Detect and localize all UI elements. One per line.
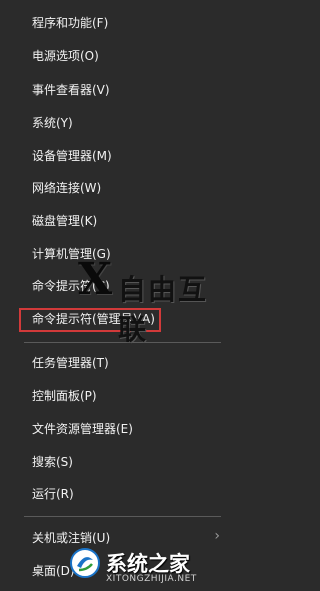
menu-item-shutdown-signout[interactable]: 关机或注销(U) [32, 525, 219, 551]
menu-separator [24, 516, 221, 517]
menu-item-search[interactable]: 搜索(S) [32, 449, 219, 475]
menu-item-task-manager[interactable]: 任务管理器(T) [32, 350, 219, 376]
menu-item-programs-features[interactable]: 程序和功能(F) [32, 10, 219, 36]
menu-item-network-connections[interactable]: 网络连接(W) [32, 175, 219, 201]
menu-item-power-options[interactable]: 电源选项(O) [32, 43, 219, 69]
menu-item-desktop[interactable]: 桌面(D) [32, 558, 219, 584]
menu-separator [24, 342, 221, 343]
winx-context-menu: 程序和功能(F) 电源选项(O) 事件查看器(V) 系统(Y) 设备管理器(M)… [0, 0, 229, 591]
menu-item-computer-management[interactable]: 计算机管理(G) [32, 241, 219, 267]
menu-item-system[interactable]: 系统(Y) [32, 110, 219, 136]
menu-item-event-viewer[interactable]: 事件查看器(V) [32, 77, 219, 103]
highlight-box [19, 308, 161, 332]
menu-item-disk-management[interactable]: 磁盘管理(K) [32, 208, 219, 234]
menu-item-control-panel[interactable]: 控制面板(P) [32, 383, 219, 409]
chevron-right-icon: › [214, 528, 220, 544]
menu-item-command-prompt[interactable]: 命令提示符(C) [32, 273, 219, 299]
menu-item-file-explorer[interactable]: 文件资源管理器(E) [32, 416, 219, 442]
menu-item-device-manager[interactable]: 设备管理器(M) [32, 143, 219, 169]
menu-item-run[interactable]: 运行(R) [32, 481, 219, 507]
